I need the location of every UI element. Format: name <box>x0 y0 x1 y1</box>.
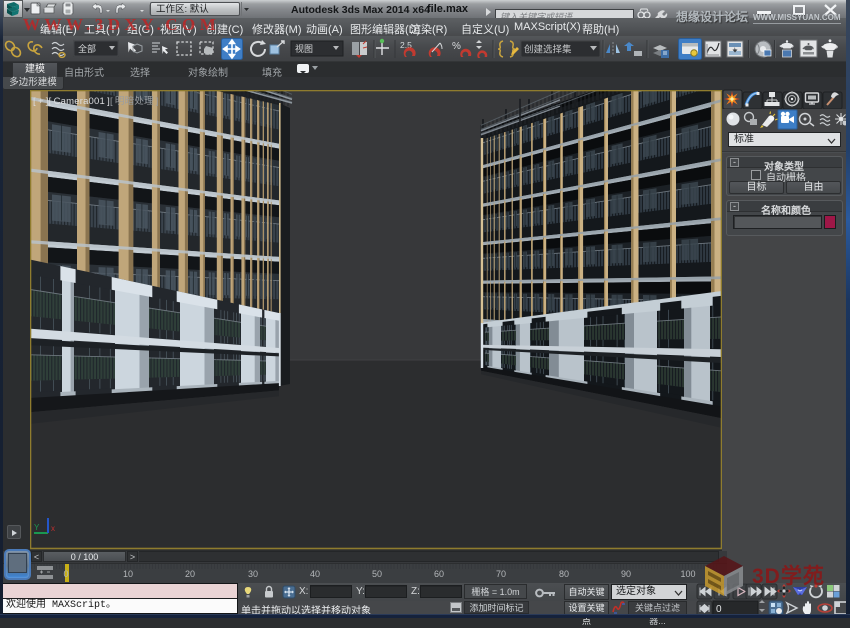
svg-text:创建选择集: 创建选择集 <box>524 44 572 56</box>
svg-text:x: x <box>51 524 55 533</box>
svg-text:3D学苑: 3D学苑 <box>752 564 825 588</box>
svg-text:视图: 视图 <box>295 43 313 54</box>
svg-text:全部: 全部 <box>78 43 96 54</box>
svg-text:%: % <box>452 41 461 52</box>
svg-text:Y: Y <box>34 523 40 532</box>
